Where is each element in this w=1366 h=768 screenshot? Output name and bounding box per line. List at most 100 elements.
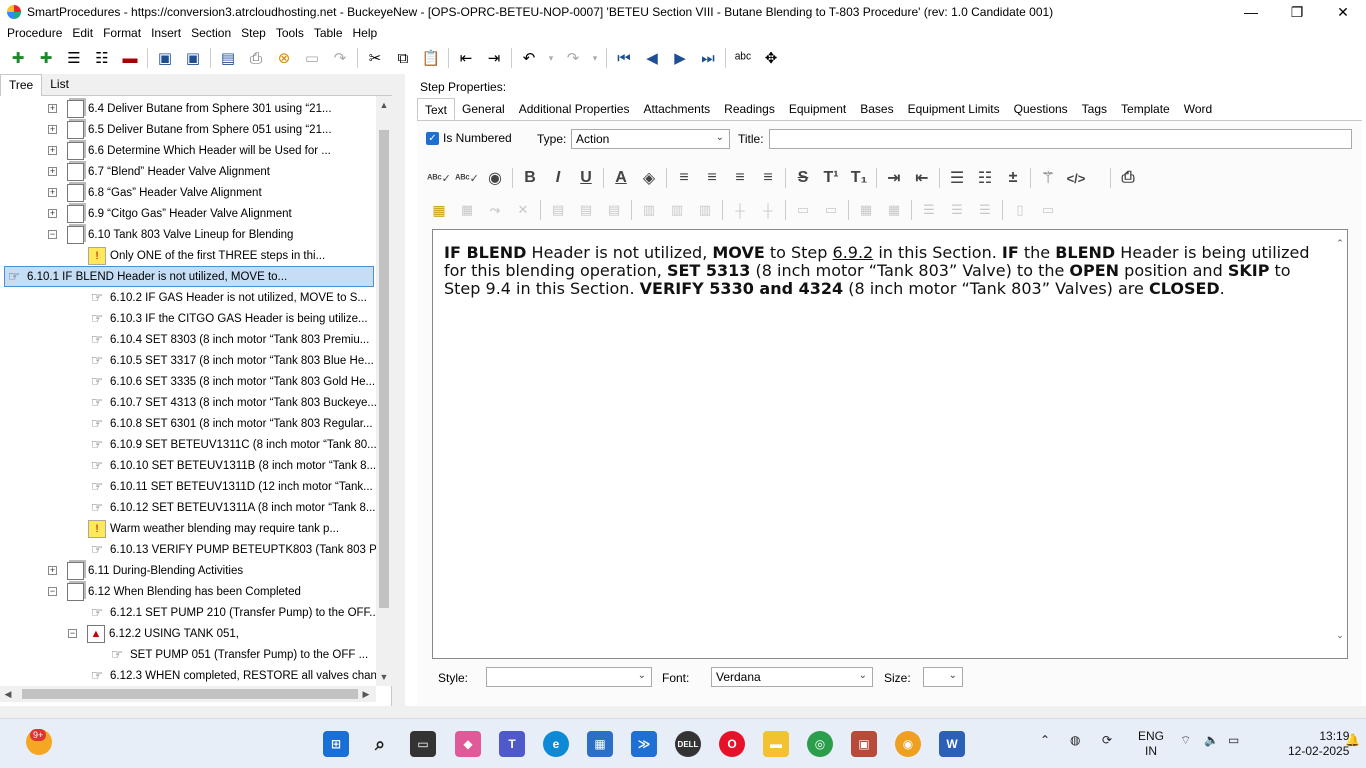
tree-item[interactable]: − ▲ 6.12.2 USING TANK 051, (68, 623, 239, 644)
tab-bases[interactable]: Bases (853, 98, 900, 120)
list-alt-icon[interactable]: ☷ (91, 47, 113, 69)
expand-icon[interactable]: + (48, 209, 57, 218)
battery-icon[interactable]: ▭ (1228, 733, 1239, 747)
publish-icon[interactable]: ▤ (217, 47, 239, 69)
type-select[interactable]: Action ⌄ (571, 129, 730, 149)
tree-item[interactable]: ☞ 6.10.9 SET BETEUV1311C (8 inch motor “T… (88, 434, 376, 455)
maximize-button[interactable]: ❐ (1274, 0, 1320, 24)
scroll-down-icon[interactable]: ▼ (376, 672, 392, 682)
copilot-icon[interactable]: ◆ (455, 731, 481, 757)
tree-horizontal-scrollbar[interactable]: ◀ ▶ (0, 686, 376, 702)
previous-icon[interactable]: ◀ (641, 47, 663, 69)
tree-item[interactable]: ☞ 6.10.6 SET 3335 (8 inch motor “Tank 803… (88, 371, 375, 392)
underline-icon[interactable]: U (575, 167, 597, 189)
tree-item[interactable]: ☞ 6.10.7 SET 4313 (8 inch motor “Tank 803… (88, 392, 376, 413)
teams-icon[interactable]: T (499, 731, 525, 757)
tree-item[interactable]: +6.11 During-Blending Activities (48, 560, 243, 581)
edge-icon[interactable]: e (543, 731, 569, 757)
justify-icon[interactable]: ≡ (757, 167, 779, 189)
notifications-bell-icon[interactable]: 🔔 (1345, 733, 1360, 747)
strikethrough-icon[interactable]: S (792, 167, 814, 189)
table-grid-icon[interactable]: ▦ (456, 199, 478, 221)
insert-column-icon[interactable]: ▥ (638, 199, 660, 221)
tree-item[interactable]: ☞ 6.10.10 SET BETEUV1311B (8 inch motor “… (88, 455, 376, 476)
menu-table[interactable]: Table (309, 26, 348, 40)
word-icon[interactable]: W (939, 731, 965, 757)
tab-equipment-limits[interactable]: Equipment Limits (901, 98, 1007, 120)
collapse-icon[interactable]: − (48, 230, 57, 239)
merge-cell-icon[interactable]: ┼ (757, 199, 779, 221)
dell-icon[interactable]: DELL (675, 731, 701, 757)
insert-table-icon[interactable]: ▦ (428, 199, 450, 221)
next-icon[interactable]: ▶ (669, 47, 691, 69)
copy-icon[interactable]: ⧉ (392, 47, 414, 69)
indent-icon[interactable]: ⇥ (883, 167, 905, 189)
table-merge-icon[interactable]: ⤳ (484, 199, 506, 221)
paste-icon[interactable]: 📋 (420, 47, 442, 69)
indent-icon[interactable]: ⇥ (483, 47, 505, 69)
remove-icon[interactable]: ▬ (119, 47, 141, 69)
spellcheck-icon[interactable]: ᴬᴮᶜ✓ (427, 167, 451, 189)
tree-item[interactable]: − 6.10 Tank 803 Valve Lineup for Blending (48, 224, 293, 245)
opera-icon[interactable]: O (719, 731, 745, 757)
move-icon[interactable]: ✥ (760, 47, 782, 69)
clock[interactable]: 13:19 12-02-2025 (1288, 729, 1349, 759)
superscript-icon[interactable]: T¹ (820, 167, 842, 189)
undo-dropdown-icon[interactable]: ▾ (546, 47, 556, 69)
tree-item[interactable]: +6.6 Determine Which Header will be Used… (48, 140, 331, 161)
power-automate-icon[interactable]: ≫ (631, 731, 657, 757)
tree-item[interactable]: +6.4 Deliver Butane from Sphere 301 usin… (48, 98, 332, 119)
tree-item[interactable]: ☞ 6.10.13 VERIFY PUMP BETEUPTK803 (Tank 8… (88, 539, 376, 560)
link-icon[interactable]: ⊗ (273, 47, 295, 69)
tree-hscroll-thumb[interactable] (22, 689, 358, 699)
list-icon[interactable]: ☰ (63, 47, 85, 69)
chrome-icon[interactable]: ◎ (807, 731, 833, 757)
minimize-button[interactable]: — (1228, 0, 1274, 24)
search-icon[interactable]: ⌕ (367, 731, 393, 757)
tree-item[interactable]: ! Warm weather blending may require tank … (88, 518, 339, 539)
menu-insert[interactable]: Insert (146, 26, 186, 40)
cut-icon[interactable]: ✂ (364, 47, 386, 69)
delete-column-icon[interactable]: ▥ (694, 199, 716, 221)
border-icon[interactable]: ▦ (855, 199, 877, 221)
fill-color-icon[interactable]: ◈ (638, 167, 660, 189)
align-bottom-icon[interactable]: ☰ (974, 199, 996, 221)
step-text-editor[interactable]: IF BLEND Header is not utilized, MOVE to… (432, 229, 1348, 659)
split-cell-icon[interactable]: ┼ (729, 199, 751, 221)
tab-equipment[interactable]: Equipment (782, 98, 853, 120)
tab-attachments[interactable]: Attachments (636, 98, 717, 120)
tab-tree[interactable]: Tree (0, 74, 43, 96)
tab-text[interactable]: Text (417, 98, 456, 120)
volume-icon[interactable]: 🔈 (1204, 733, 1219, 747)
italic-icon[interactable]: I (547, 167, 569, 189)
expand-icon[interactable]: + (48, 188, 57, 197)
row-height-icon[interactable]: ▭ (1037, 199, 1059, 221)
close-button[interactable]: ✕ (1320, 0, 1366, 24)
menu-procedure[interactable]: Procedure (2, 26, 67, 40)
checkmark-icon[interactable]: ✓ (426, 131, 439, 145)
menu-tools[interactable]: Tools (271, 26, 309, 40)
menu-section[interactable]: Section (186, 26, 236, 40)
scroll-left-icon[interactable]: ◀ (2, 689, 14, 700)
tree-item[interactable]: +6.5 Deliver Butane from Sphere 051 usin… (48, 119, 332, 140)
smartprocedures-taskbar-icon[interactable]: ◉ (895, 731, 921, 757)
editor-scroll-down-icon[interactable]: ⌄ (1333, 630, 1347, 641)
style-select[interactable]: ⌄ (486, 667, 652, 687)
print-icon[interactable]: ⎙ (245, 47, 267, 69)
outdent-icon[interactable]: ⇤ (455, 47, 477, 69)
language-indicator[interactable]: ENG IN (1138, 729, 1164, 759)
save-icon[interactable]: ▣ (182, 47, 204, 69)
tab-questions[interactable]: Questions (1007, 98, 1075, 120)
redo-icon[interactable]: ↷ (562, 47, 584, 69)
bold-icon[interactable]: B (519, 167, 541, 189)
tab-word[interactable]: Word (1177, 98, 1219, 120)
task-view-icon[interactable]: ▭ (410, 731, 436, 757)
scroll-right-icon[interactable]: ▶ (360, 689, 372, 700)
font-color-icon[interactable]: A (610, 167, 632, 189)
step-text[interactable]: IF BLEND Header is not utilized, MOVE to… (444, 244, 1324, 298)
tab-tags[interactable]: Tags (1075, 98, 1114, 120)
editor-scroll-up-icon[interactable]: ⌃ (1333, 238, 1347, 249)
align-top-icon[interactable]: ☰ (918, 199, 940, 221)
font-select[interactable]: Verdana ⌄ (711, 667, 873, 687)
tab-additional-properties[interactable]: Additional Properties (512, 98, 637, 120)
